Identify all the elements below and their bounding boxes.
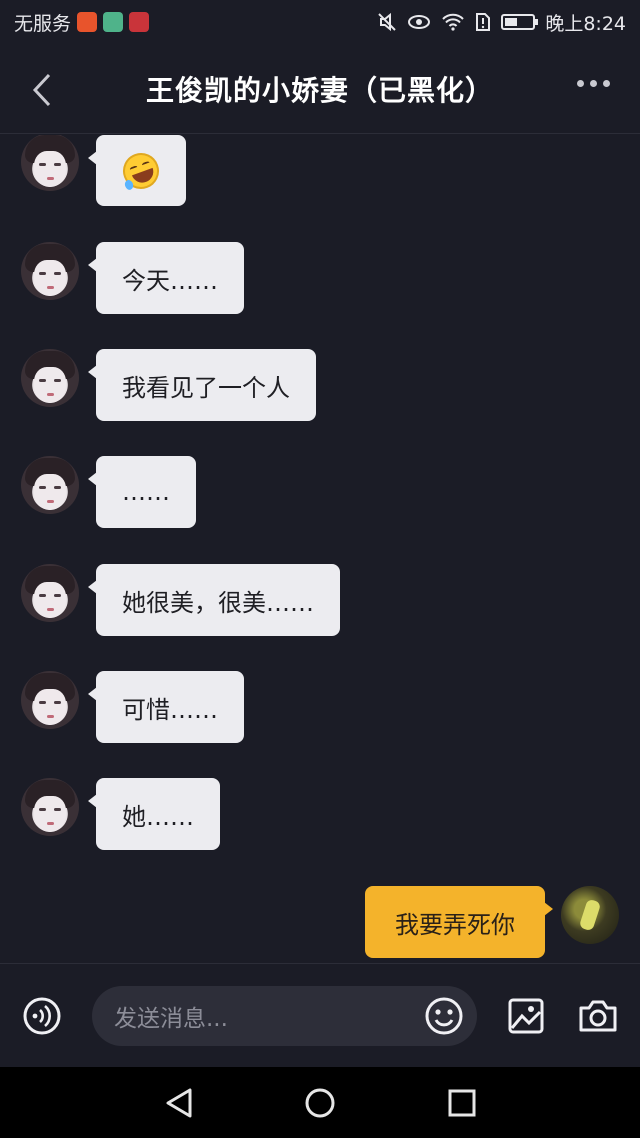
- wifi-icon: [442, 13, 465, 31]
- play-store-icon: [103, 12, 124, 32]
- square-recents-icon: [448, 1089, 476, 1117]
- nav-recents-button[interactable]: [443, 1084, 481, 1122]
- chat-header: 王俊凯的小娇妻（已黑化）: [0, 44, 640, 134]
- nav-home-button[interactable]: [300, 1084, 340, 1122]
- status-left: 无服务: [14, 9, 150, 36]
- nav-back-button[interactable]: [160, 1084, 198, 1122]
- camera-icon: [579, 1000, 617, 1032]
- message-row: 可惜……: [0, 671, 640, 743]
- sender-avatar[interactable]: [21, 242, 79, 300]
- incoming-message-bubble[interactable]: 我看见了一个人: [88, 349, 316, 421]
- message-row: 今天……: [0, 242, 640, 314]
- outgoing-message-bubble[interactable]: 我要弄死你: [365, 886, 553, 958]
- message-input[interactable]: 发送消息...: [92, 986, 477, 1046]
- message-text: 我要弄死你: [395, 910, 515, 939]
- incoming-message-bubble[interactable]: 可惜……: [88, 671, 244, 743]
- status-right: 晚上8:24: [377, 9, 626, 36]
- sender-avatar[interactable]: [21, 671, 79, 729]
- image-icon: [508, 998, 544, 1034]
- carrier-label: 无服务: [14, 12, 72, 35]
- eye-icon: [408, 15, 431, 29]
- message-text: ……: [122, 478, 170, 506]
- back-arrow-icon: [32, 73, 51, 107]
- my-avatar[interactable]: [561, 886, 619, 944]
- huawei-icon: [129, 12, 150, 32]
- message-text: 她……: [122, 802, 194, 831]
- system-nav-bar: [0, 1067, 640, 1138]
- message-row: 她……: [0, 778, 640, 850]
- incoming-message-bubble[interactable]: 她很美，很美……: [88, 564, 340, 636]
- dot-icon: [603, 80, 610, 87]
- app-notification-icon: [77, 12, 98, 32]
- message-text: 我看见了一个人: [122, 373, 290, 402]
- message-row: 我要弄死你: [0, 886, 640, 958]
- message-row: 她很美，很美……: [0, 564, 640, 636]
- incoming-message-bubble[interactable]: [88, 135, 186, 206]
- dot-icon: [590, 80, 597, 87]
- message-row: [0, 135, 640, 207]
- mute-icon: [378, 12, 397, 32]
- voice-input-button[interactable]: [21, 995, 63, 1037]
- message-row: ……: [0, 456, 640, 528]
- battery-fill: [505, 18, 518, 26]
- sender-avatar[interactable]: [21, 456, 79, 514]
- dot-icon: [577, 80, 584, 87]
- message-list[interactable]: 今天…… 我看见了一个人 …… 她很美，很美…… 可惜…… 她…… 我要弄死你: [0, 135, 640, 963]
- incoming-message-bubble[interactable]: 她……: [88, 778, 220, 850]
- incoming-message-bubble[interactable]: ……: [88, 456, 196, 528]
- camera-button[interactable]: [576, 997, 620, 1035]
- sender-avatar[interactable]: [21, 349, 79, 407]
- sim-alert-icon: [476, 13, 491, 31]
- status-bar: 无服务 晚上8:24: [0, 0, 640, 44]
- voice-icon: [23, 997, 61, 1035]
- rolling-on-floor-laughing-emoji: [117, 147, 165, 194]
- emoji-button[interactable]: [423, 995, 465, 1037]
- sender-avatar[interactable]: [21, 778, 79, 836]
- sender-avatar[interactable]: [21, 564, 79, 622]
- smiley-icon: [425, 997, 463, 1035]
- circle-home-icon: [305, 1088, 335, 1118]
- image-button[interactable]: [505, 995, 547, 1037]
- message-text: 她很美，很美……: [122, 588, 314, 617]
- message-input-placeholder: 发送消息...: [114, 1006, 228, 1032]
- battery-icon: [501, 14, 539, 30]
- message-text: 可惜……: [122, 695, 218, 724]
- message-row: 我看见了一个人: [0, 349, 640, 421]
- more-options-button[interactable]: [577, 80, 610, 87]
- back-button[interactable]: [22, 70, 62, 110]
- triangle-back-icon: [166, 1088, 192, 1118]
- message-text: 今天……: [122, 266, 218, 295]
- clock: 晚上8:24: [545, 12, 626, 35]
- incoming-message-bubble[interactable]: 今天……: [88, 242, 244, 314]
- sender-avatar[interactable]: [21, 135, 79, 191]
- chat-title: 王俊凯的小娇妻（已黑化）: [145, 73, 494, 107]
- message-input-bar: 发送消息...: [0, 963, 640, 1067]
